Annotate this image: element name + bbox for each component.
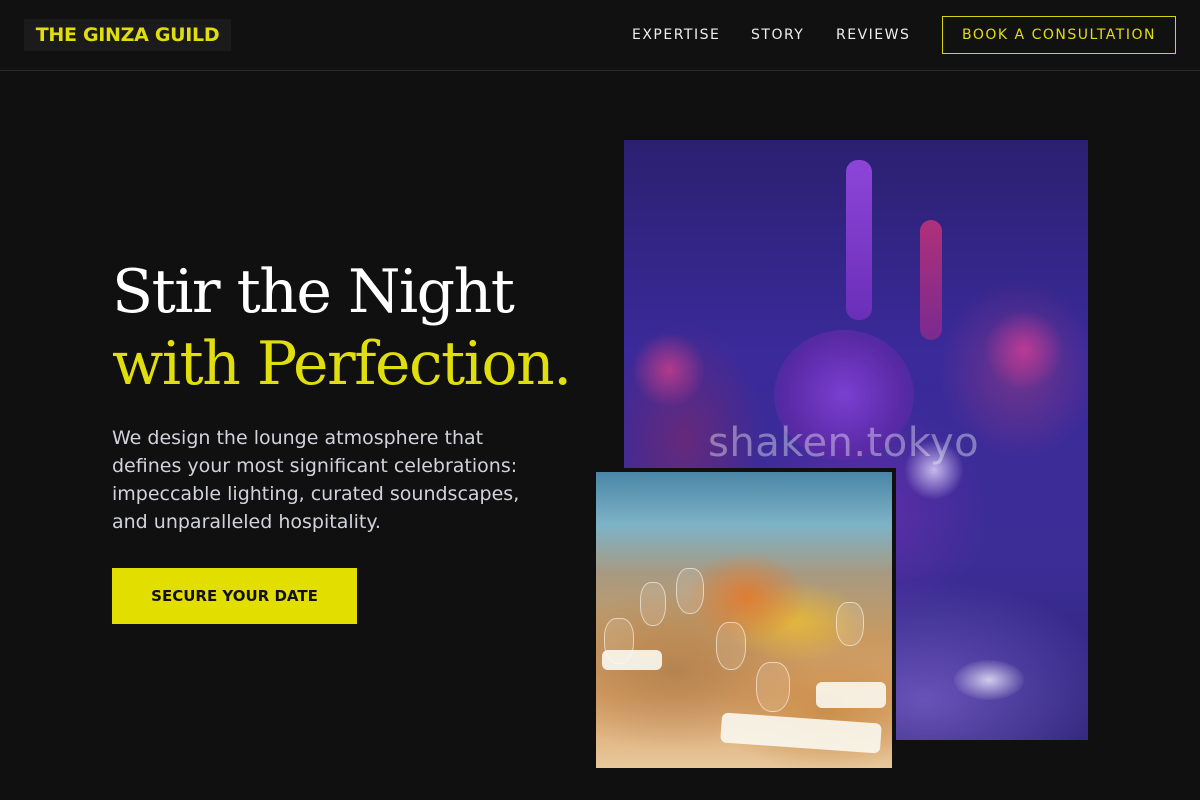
napkin-plate (720, 712, 882, 754)
napkin-plate (602, 650, 662, 670)
flower-petal (984, 310, 1064, 390)
hero-subtitle: We design the lounge atmosphere that def… (112, 427, 520, 533)
wine-glass (640, 582, 666, 626)
watermark-text: shaken.tokyo (708, 420, 980, 466)
table-lamp (954, 660, 1024, 700)
wine-glass (716, 622, 746, 670)
secure-date-button[interactable]: SECURE YOUR DATE (112, 568, 357, 624)
hero-title-line-1: Stir the Night (112, 257, 515, 327)
nav-link-story[interactable]: STORY (751, 26, 804, 44)
top-navigation-bar: THE GINZA GUILD EXPERTISE STORY REVIEWS … (0, 0, 1200, 71)
wine-glass (676, 568, 704, 614)
book-consultation-button[interactable]: BOOK A CONSULTATION (942, 16, 1176, 54)
flower-stem (920, 220, 942, 340)
hero-title: Stir the Night with Perfection. (112, 256, 612, 400)
napkin-plate (816, 682, 886, 708)
site-logo[interactable]: THE GINZA GUILD (24, 19, 231, 51)
nav-link-reviews[interactable]: REVIEWS (836, 26, 910, 44)
flower-stem (846, 160, 872, 320)
flower-petal (634, 330, 704, 410)
wine-glass (836, 602, 864, 646)
hero-title-line-2: with Perfection. (112, 329, 572, 399)
dining-table-photo (596, 472, 892, 768)
nav-link-expertise[interactable]: EXPERTISE (632, 26, 720, 44)
wine-glass (756, 662, 790, 712)
